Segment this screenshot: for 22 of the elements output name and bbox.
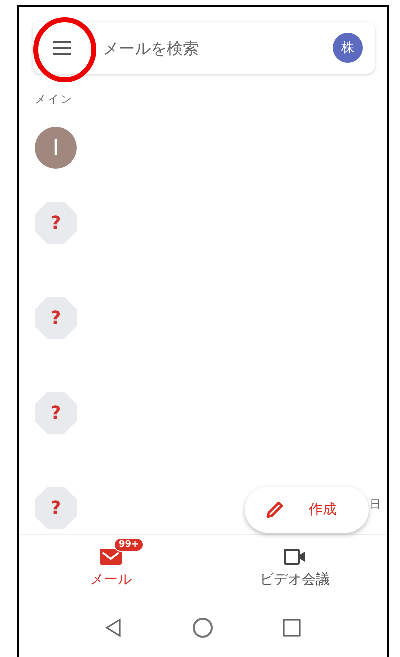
nav-tab[interactable]: 99+ メール (19, 535, 203, 599)
menu-icon[interactable] (51, 40, 73, 56)
account-avatar[interactable]: 株 (333, 33, 363, 63)
compose-button[interactable]: 作成 (245, 487, 369, 533)
nav-label: ビデオ会議 (260, 570, 330, 588)
section-label: メイン (35, 92, 75, 107)
unknown-sender-avatar: ? (35, 392, 77, 434)
unknown-sender-avatar: ? (35, 487, 77, 529)
unread-count-badge: 99+ (114, 538, 144, 552)
video-camera-icon (284, 548, 306, 564)
envelope-icon (100, 548, 122, 564)
home-icon[interactable] (192, 617, 214, 639)
nav-label: メール (90, 570, 132, 588)
unknown-sender-avatar: ? (35, 297, 77, 339)
date-text: 日 (370, 497, 381, 512)
unknown-sender-avatar: ? (35, 202, 77, 244)
search-bar[interactable]: メールを検索 株 (33, 22, 375, 74)
recents-icon[interactable] (281, 617, 304, 639)
pencil-icon (265, 500, 285, 520)
sender-avatar: I (35, 127, 77, 169)
highlight-circle (33, 17, 97, 83)
nav-tab[interactable]: ビデオ会議 (203, 535, 387, 599)
